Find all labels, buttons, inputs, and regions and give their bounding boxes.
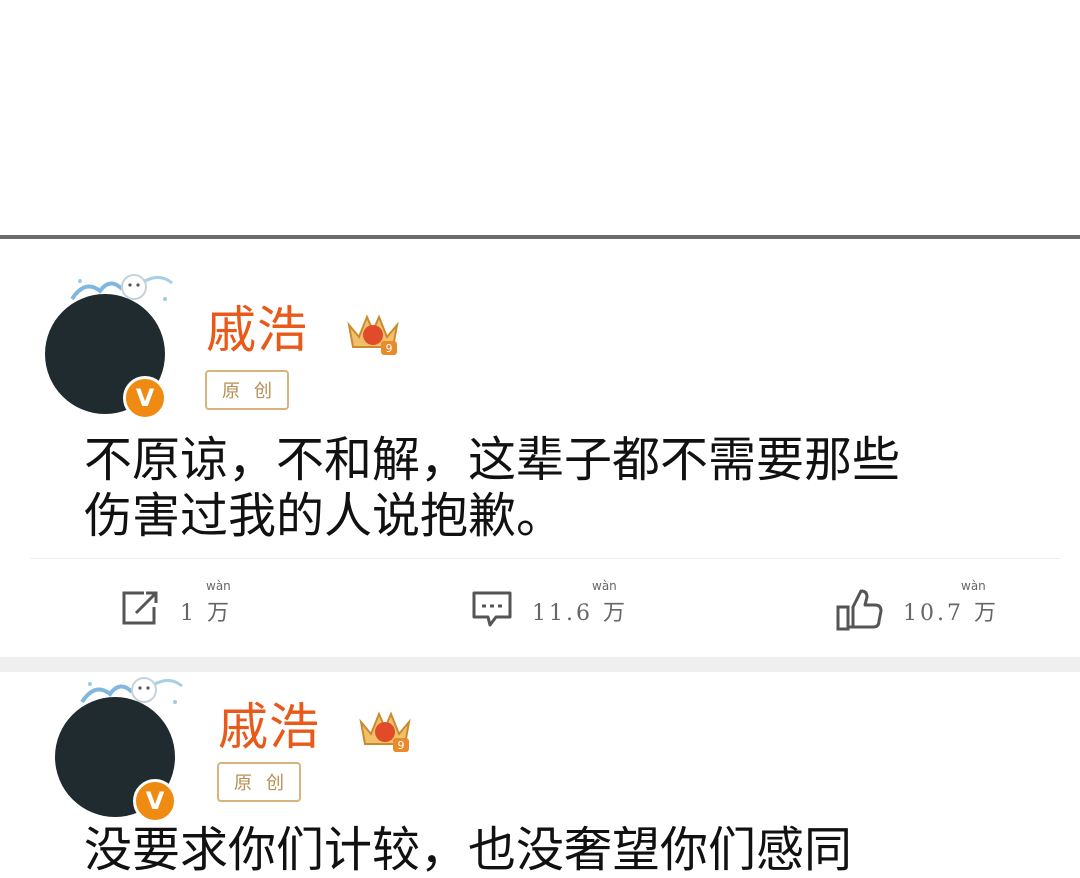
original-tag: 原创 [217, 762, 301, 802]
svg-text:9: 9 [398, 739, 405, 752]
comment-count-pinyin: wàn [592, 579, 617, 593]
avatar[interactable]: V [35, 269, 175, 420]
weibo-post: V 戚浩 9 原创 没要求你们计较，也没奢望你们感同 [0, 672, 1080, 878]
comment-count: 11.6 万 [532, 601, 628, 626]
member-crown-icon: 9 [347, 314, 399, 355]
member-crown-icon: 9 [359, 711, 411, 752]
post-text: 不原谅，不和解，这辈子都不需要那些 伤害过我的人说抱歉。 [84, 432, 901, 544]
avatar[interactable]: V [45, 672, 185, 823]
verified-badge-icon: V [133, 779, 177, 823]
username[interactable]: 戚浩 [218, 702, 320, 752]
repost-button[interactable]: wàn 1 万 [118, 579, 258, 639]
like-count-pinyin: wàn [961, 579, 986, 593]
weibo-post: V 戚浩 9 原创 不原谅，不和解，这辈子都不需要那些 伤害过我的人说抱歉。 w… [0, 239, 1080, 657]
like-button[interactable]: wàn 10.7 万 [835, 579, 1005, 639]
original-tag: 原创 [205, 370, 289, 410]
username[interactable]: 戚浩 [206, 305, 308, 355]
svg-text:9: 9 [386, 342, 393, 355]
like-icon [836, 589, 883, 631]
post-text: 没要求你们计较，也没奢望你们感同 [84, 822, 853, 878]
comment-icon [472, 591, 512, 627]
verified-badge-icon: V [123, 376, 167, 420]
like-count: 10.7 万 [903, 601, 999, 626]
top-blank-area [0, 0, 1080, 236]
repost-count: 1 万 [180, 601, 232, 626]
actions-divider [30, 558, 1060, 559]
comment-button[interactable]: wàn 11.6 万 [470, 579, 640, 639]
post-separator [0, 657, 1080, 672]
repost-icon [122, 591, 158, 625]
repost-count-pinyin: wàn [206, 579, 231, 593]
